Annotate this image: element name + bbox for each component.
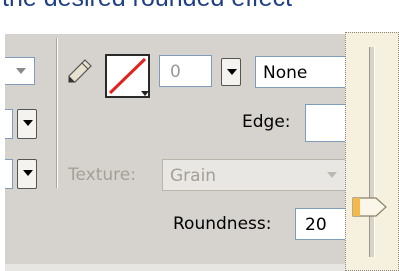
- left-field-middle[interactable]: [5, 109, 13, 139]
- left-field-bottom[interactable]: [5, 159, 13, 189]
- panel-bottom-edge: [5, 264, 345, 271]
- no-color-slash: [108, 57, 147, 95]
- chevron-down-icon: [16, 68, 26, 74]
- swatch-chevron-icon: [141, 91, 149, 96]
- roundness-label: Roundness:: [173, 214, 272, 234]
- property-inspector-panel: 0 None Edge: Texture: Grain Roundness: 2…: [5, 34, 399, 264]
- left-dropdown-button-bottom[interactable]: [17, 159, 37, 189]
- texture-select[interactable]: Grain: [162, 159, 350, 191]
- slider-track[interactable]: [369, 47, 375, 257]
- roundness-value: 20: [305, 215, 327, 235]
- stroke-color-swatch[interactable]: [105, 54, 150, 98]
- roundness-slider-popup: [345, 32, 399, 271]
- slider-thumb[interactable]: [352, 197, 388, 217]
- left-dropdown-top[interactable]: [5, 57, 35, 85]
- stroke-style-select[interactable]: None: [255, 56, 350, 88]
- texture-label: Texture:: [68, 165, 136, 185]
- stroke-width-value: 0: [170, 62, 181, 82]
- section-divider: [56, 38, 58, 188]
- stroke-style-value: None: [263, 63, 308, 83]
- edge-select[interactable]: [305, 104, 350, 142]
- texture-value: Grain: [170, 166, 217, 186]
- left-dropdown-button-middle[interactable]: [17, 109, 37, 139]
- pencil-icon: [68, 59, 92, 83]
- stroke-width-dropdown-button[interactable]: [221, 58, 241, 86]
- page-heading: the desired rounded effect: [2, 0, 292, 13]
- stroke-width-field[interactable]: 0: [159, 55, 212, 87]
- chevron-down-icon: [327, 172, 337, 178]
- roundness-field[interactable]: 20: [295, 208, 350, 240]
- edge-label: Edge:: [242, 112, 291, 132]
